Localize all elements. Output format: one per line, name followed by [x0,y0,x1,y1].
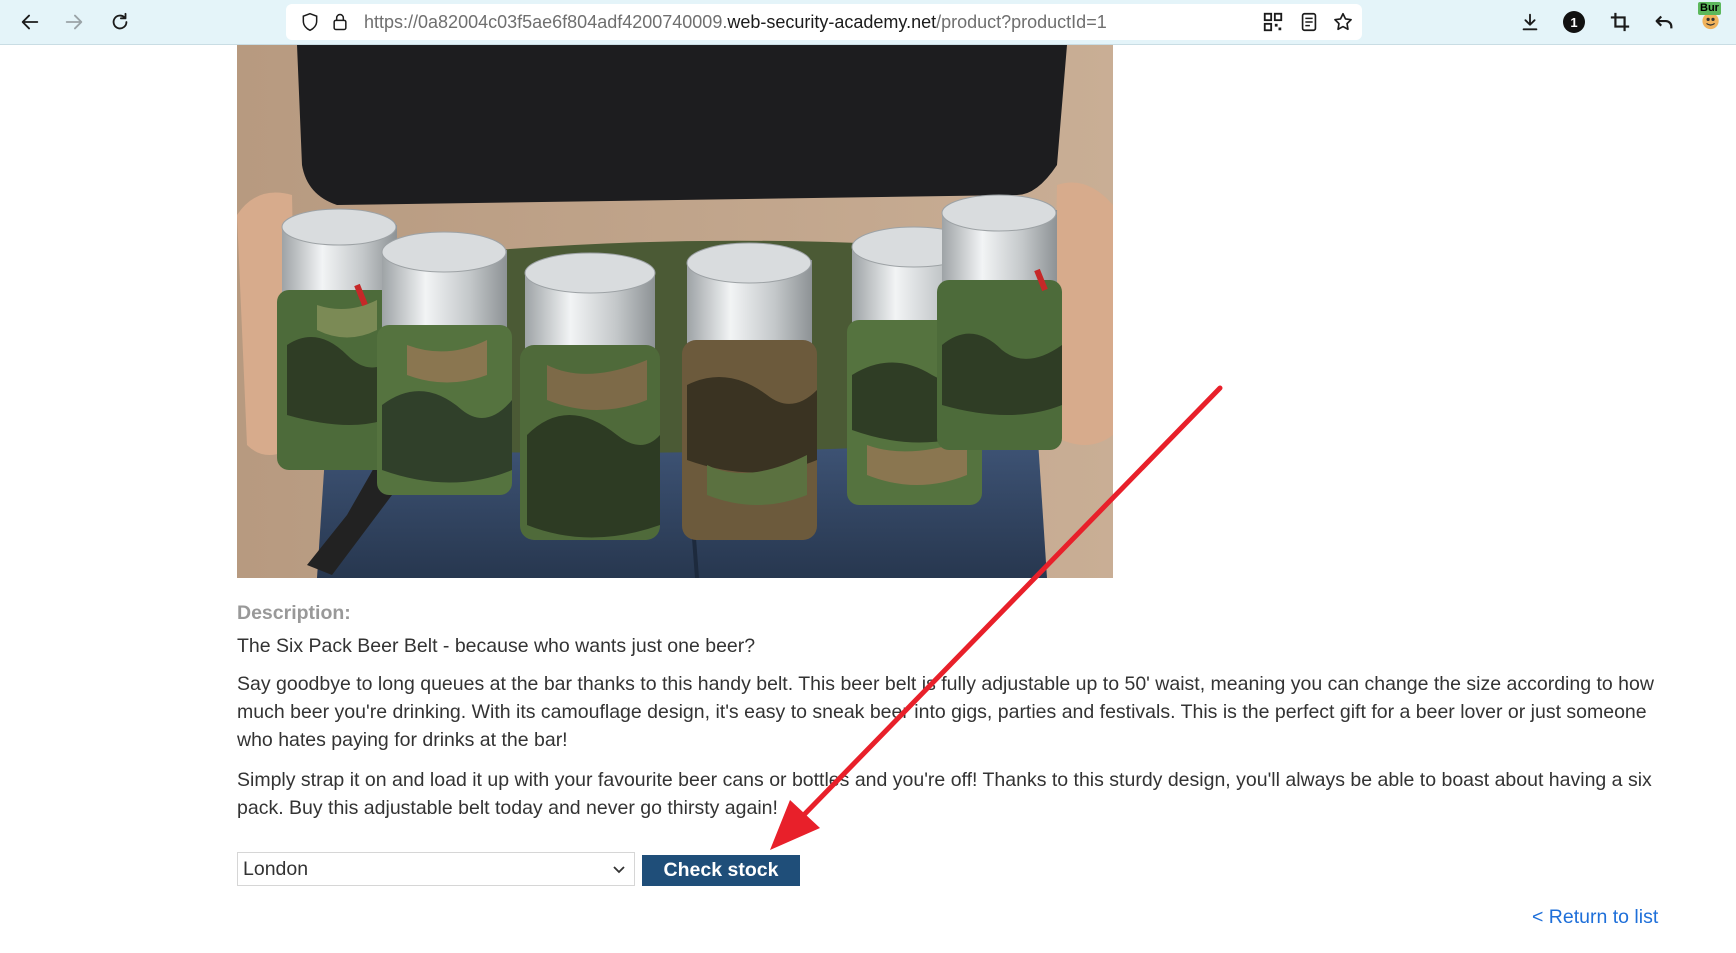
browser-toolbar: https://0a82004c03f5ae6f804adf4200740009… [0,0,1736,45]
return-to-list-link[interactable]: < Return to list [1532,906,1658,929]
bookmark-star-icon[interactable] [1332,11,1354,33]
url-prefix: https://0a82004c03f5ae6f804adf4200740009… [364,12,728,32]
description-tagline: The Six Pack Beer Belt - because who wan… [237,635,756,657]
reload-icon[interactable] [104,6,136,38]
crop-icon[interactable] [1604,6,1636,38]
description-paragraph: Simply strap it on and load it up with y… [237,769,1652,819]
undo-icon[interactable] [1648,6,1680,38]
check-stock-button[interactable]: Check stock [642,855,800,886]
chevron-down-icon [613,866,625,874]
shield-icon[interactable] [300,12,320,32]
burp-extension-icon[interactable]: Bur [1698,2,1730,34]
product-image [237,45,1113,578]
url-path: /product?productId=1 [936,12,1107,32]
reader-view-icon[interactable] [1298,11,1320,33]
qr-code-icon[interactable] [1262,11,1284,33]
store-select[interactable]: London [237,852,635,886]
extension-label: Bur [1698,2,1721,15]
download-icon[interactable] [1514,6,1546,38]
description-paragraph: Say goodbye to long queues at the bar th… [237,673,1654,751]
store-select-value: London [243,857,309,880]
back-icon[interactable] [14,6,46,38]
url-domain: web-security-academy.net [727,12,937,32]
forward-icon[interactable] [58,6,90,38]
lock-icon[interactable] [330,12,350,32]
notification-badge-icon[interactable]: 1 [1558,6,1590,38]
url-bar[interactable]: https://0a82004c03f5ae6f804adf4200740009… [286,4,1362,40]
url-text[interactable]: https://0a82004c03f5ae6f804adf4200740009… [364,12,1107,32]
description-label: Description: [237,602,351,624]
notification-count: 1 [1563,11,1585,33]
